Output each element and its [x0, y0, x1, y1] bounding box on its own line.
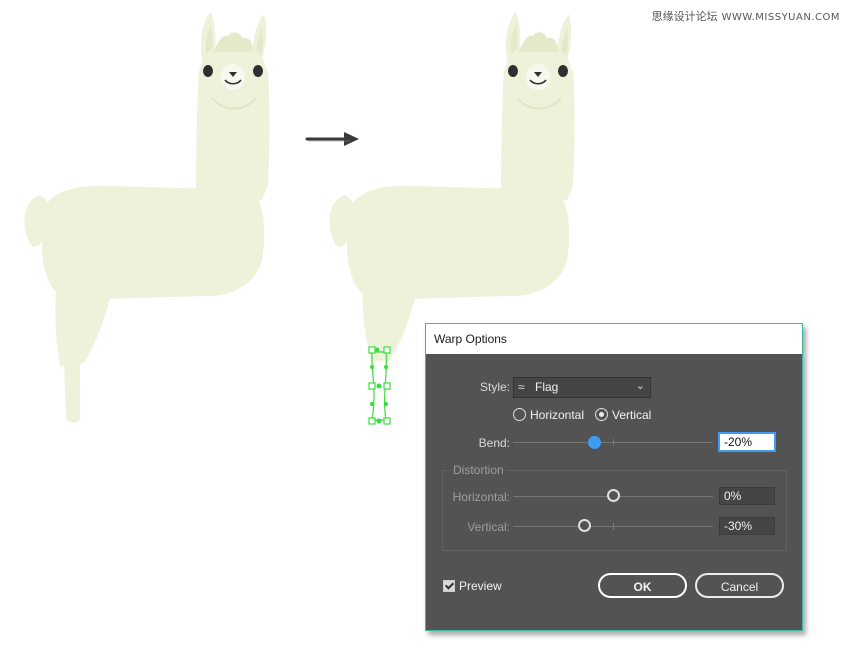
- preview-checkbox[interactable]: [443, 580, 455, 592]
- anchor-handle[interactable]: [383, 417, 391, 425]
- anchor-handle[interactable]: [368, 346, 376, 354]
- bend-slider-thumb[interactable]: [588, 436, 601, 449]
- distortion-vertical-label: Vertical:: [467, 520, 510, 534]
- anchor-handle[interactable]: [383, 346, 391, 354]
- distortion-vertical-input[interactable]: -30%: [719, 517, 775, 535]
- bend-label: Bend:: [478, 436, 510, 450]
- vertical-radio[interactable]: [595, 408, 608, 421]
- ok-button[interactable]: OK: [598, 573, 687, 598]
- style-value: Flag: [535, 380, 559, 394]
- anchor-handle[interactable]: [368, 417, 376, 425]
- dialog-title: Warp Options: [434, 332, 507, 346]
- llama-before: [24, 11, 271, 423]
- style-label: Style:: [479, 380, 510, 394]
- distortion-title: Distortion: [451, 463, 506, 477]
- horizontal-radio[interactable]: [513, 408, 526, 421]
- right-arrow-icon: [305, 132, 359, 146]
- vertical-radio-label: Vertical: [612, 408, 652, 422]
- distortion-horizontal-label: Horizontal:: [452, 490, 510, 504]
- distortion-group: [442, 470, 787, 551]
- horizontal-radio-label: Horizontal: [530, 408, 585, 422]
- warp-options-dialog: Warp Options Style: ≈ Flag ⌄ Horizontal …: [425, 323, 803, 631]
- distortion-horizontal-thumb[interactable]: [607, 489, 620, 502]
- dialog-titlebar[interactable]: Warp Options: [426, 324, 802, 354]
- llama-after: [329, 11, 576, 362]
- anchor-handle[interactable]: [383, 382, 391, 390]
- distortion-horizontal-input[interactable]: 0%: [719, 487, 775, 505]
- bend-center-tick: [613, 439, 614, 446]
- chevron-down-icon: ⌄: [635, 380, 645, 392]
- anchor-handle[interactable]: [368, 382, 376, 390]
- bend-input[interactable]: -20%: [719, 433, 775, 451]
- style-select[interactable]: ≈ Flag ⌄: [513, 377, 651, 398]
- distortion-vertical-thumb[interactable]: [578, 519, 591, 532]
- cancel-button[interactable]: Cancel: [695, 573, 784, 598]
- flag-icon: ≈: [518, 380, 525, 394]
- distortion-vertical-center-tick: [613, 523, 614, 530]
- preview-label: Preview: [459, 579, 502, 593]
